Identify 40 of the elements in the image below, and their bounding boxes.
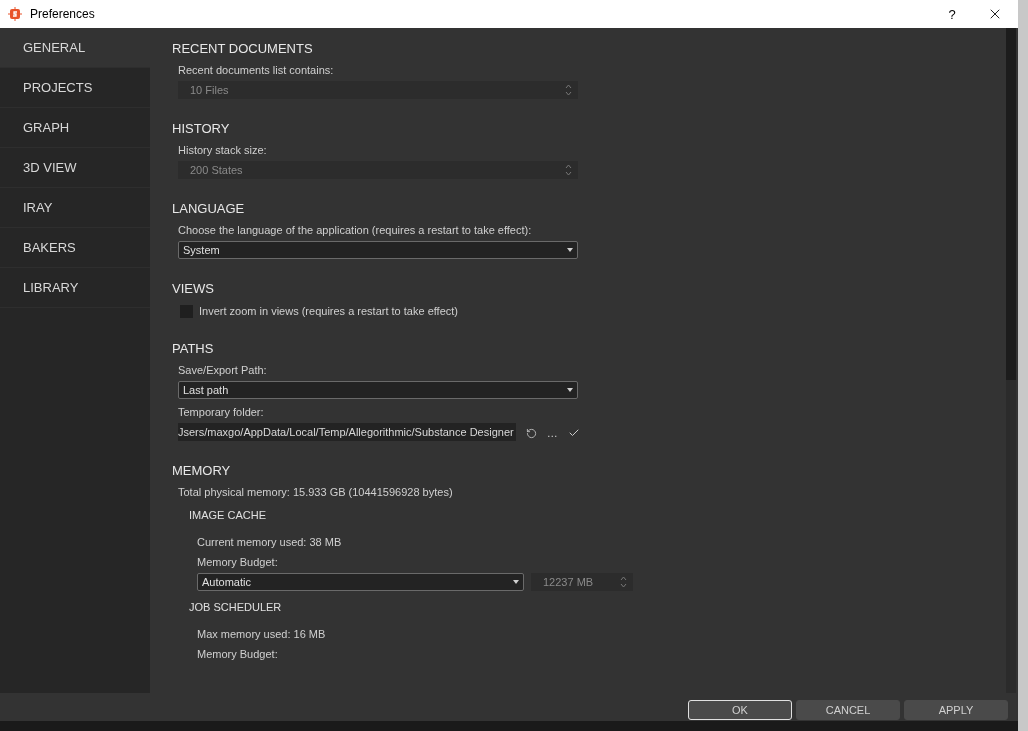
browse-button[interactable]: … [546,427,558,439]
checkbox-label: Invert zoom in views (requires a restart to take effect) [199,305,458,317]
dropdown[interactable]: System [178,241,578,259]
dropdown-arrow-icon [567,388,573,392]
dialog-button[interactable]: APPLY [904,700,1008,720]
spin-arrows-icon [620,576,627,588]
section-heading: LANGUAGE [172,200,246,218]
spin-arrows-icon [565,164,572,176]
dropdown-arrow-icon [567,248,573,252]
setting-label: Total physical memory: 15.933 GB (10441596928 bytes) [178,485,454,500]
dropdown[interactable]: Last path [178,381,578,399]
setting-label: Save/Export Path: [178,363,268,378]
sidebar-item[interactable]: GENERAL [0,28,150,68]
subsection-heading: IMAGE CACHE [189,508,267,523]
setting-label: Choose the language of the application (requires a restart to take effect): [178,223,533,238]
dropdown-arrow-icon [513,580,519,584]
setting-label: History stack size: [178,143,268,158]
dialog-button[interactable]: CANCEL [796,700,900,720]
scrollbar-thumb[interactable] [1006,28,1016,380]
help-button[interactable]: ? [932,6,972,22]
spin-arrows-icon [565,84,572,96]
scrollbar[interactable] [1006,28,1016,693]
setting-label: Recent documents list contains: [178,63,335,78]
subsection-heading: JOB SCHEDULER [189,600,283,615]
section-heading: VIEWS [172,280,215,298]
setting-label: Memory Budget: [197,647,279,662]
section-heading: RECENT DOCUMENTS [172,40,314,58]
setting-label: Current memory used: 38 MB [197,535,343,550]
app-logo-icon [8,7,22,21]
section-heading: PATHS [172,340,215,358]
setting-label: Temporary folder: [178,405,265,420]
section-heading: HISTORY [172,120,231,138]
check-icon[interactable] [567,427,580,439]
dialog-button[interactable]: OK [688,700,792,720]
section-heading: MEMORY [172,462,232,480]
window-title: Preferences [30,7,96,21]
path-field[interactable]: Jsers/maxgo/AppData/Local/Temp/Allegorithmic/Substance Designer [178,423,516,441]
setting-label: Memory Budget: [197,555,279,570]
setting-label: Max memory used: 16 MB [197,627,327,642]
reset-icon[interactable] [525,427,537,439]
